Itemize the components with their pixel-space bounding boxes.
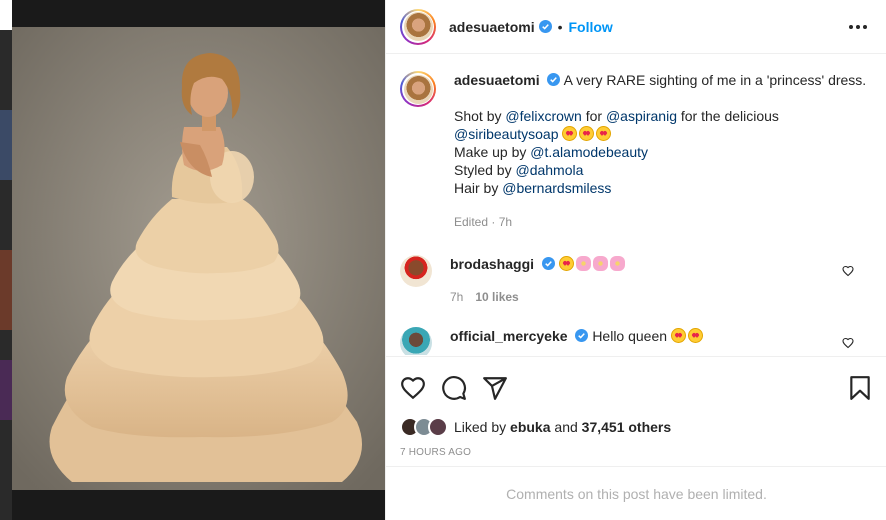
mention-aspiranig[interactable]: @aspiranig (606, 108, 677, 124)
post-image[interactable] (12, 27, 385, 490)
caption-text: adesuaetomi A very RARE sighting of me i… (454, 71, 866, 231)
author-avatar[interactable] (400, 8, 436, 45)
comment-time[interactable]: 7h (450, 290, 463, 304)
comment-likes[interactable]: 10 likes (475, 290, 518, 304)
background-tile (0, 0, 12, 30)
blossom-emoji-icon (609, 256, 625, 271)
background-tile (0, 110, 12, 180)
likes-summary: Liked by ebuka and 37,451 others (400, 417, 671, 437)
caption-text-fragment: for the delicious (676, 108, 779, 124)
verified-badge-icon (538, 20, 552, 33)
liker-avatar[interactable] (428, 417, 448, 437)
comment-item: official_mercyeke Hello queen (400, 327, 870, 355)
heart-eyes-emoji-icon (562, 126, 578, 141)
caption-edited-time: Edited · 7h (454, 215, 513, 229)
background-tile (0, 360, 12, 420)
background-tile (0, 250, 12, 330)
verified-badge-icon (547, 73, 561, 86)
like-heart-icon[interactable] (400, 375, 426, 401)
heart-eyes-emoji-icon (687, 328, 703, 343)
liked-by-prefix: Liked by (454, 419, 511, 435)
commenter-username[interactable]: brodashaggi (450, 256, 534, 272)
mention-dahmola[interactable]: @dahmola (515, 162, 583, 178)
separator-dot: • (557, 18, 563, 35)
caption-author-avatar[interactable] (400, 71, 436, 107)
share-send-icon[interactable] (482, 375, 508, 401)
caption-text-fragment: Shot by (454, 108, 506, 124)
follow-button[interactable]: Follow (569, 19, 613, 35)
mention-felixcrown[interactable]: @felixcrown (505, 108, 581, 124)
post-time-ago[interactable]: 7 HOURS AGO (400, 447, 471, 458)
author-username[interactable]: adesuaetomi (449, 19, 535, 35)
heart-eyes-emoji-icon (579, 126, 595, 141)
commenter-username[interactable]: official_mercyeke (450, 328, 568, 344)
commenter-avatar[interactable] (400, 327, 432, 355)
comments-list[interactable]: adesuaetomi A very RARE sighting of me i… (386, 55, 886, 355)
caption-text-fragment: Hair by (454, 180, 503, 196)
comment-text: Hello queen (592, 328, 671, 344)
mention-talamodebeauty[interactable]: @t.alamodebeauty (530, 144, 648, 160)
save-bookmark-icon[interactable] (847, 375, 873, 401)
caption-text-fragment: Styled by (454, 162, 516, 178)
mention-siribeautysoap[interactable]: @siribeautysoap (454, 126, 559, 142)
comment-bubble-icon[interactable] (441, 375, 467, 401)
comments-limited-notice: Comments on this post have been limited. (386, 466, 886, 520)
heart-eyes-emoji-icon (558, 256, 574, 271)
caption-line1: A very RARE sighting of me in a 'princes… (563, 72, 867, 88)
caption-username[interactable]: adesuaetomi (454, 72, 540, 88)
caption-text-fragment: for (581, 108, 606, 124)
verified-badge-icon (575, 329, 589, 342)
more-options-icon[interactable] (849, 18, 867, 36)
liked-by-user[interactable]: ebuka (510, 419, 550, 435)
liked-by-and: and (550, 419, 582, 435)
heart-eyes-emoji-icon (670, 328, 686, 343)
blossom-emoji-icon (592, 256, 608, 271)
like-comment-heart-icon[interactable] (842, 265, 854, 277)
post-caption: adesuaetomi A very RARE sighting of me i… (400, 71, 870, 231)
heart-eyes-emoji-icon (596, 126, 612, 141)
caption-text-fragment: Make up by (454, 144, 531, 160)
post-header: adesuaetomi • Follow (386, 0, 886, 54)
post-details-panel: adesuaetomi • Follow adesuaetomi A very … (385, 0, 886, 520)
verified-badge-icon (541, 257, 555, 270)
mention-bernardsmiless[interactable]: @bernardsmiless (502, 180, 611, 196)
commenter-avatar[interactable] (400, 255, 432, 287)
background-feed (0, 0, 12, 520)
blossom-emoji-icon (575, 256, 591, 271)
comment-item: brodashaggi 7h 10 likes (400, 255, 870, 306)
princess-dress-photo (12, 27, 385, 490)
liked-by-count[interactable]: 37,451 others (582, 419, 672, 435)
like-comment-heart-icon[interactable] (842, 337, 854, 349)
post-actions: Liked by ebuka and 37,451 others 7 HOURS… (386, 356, 886, 458)
